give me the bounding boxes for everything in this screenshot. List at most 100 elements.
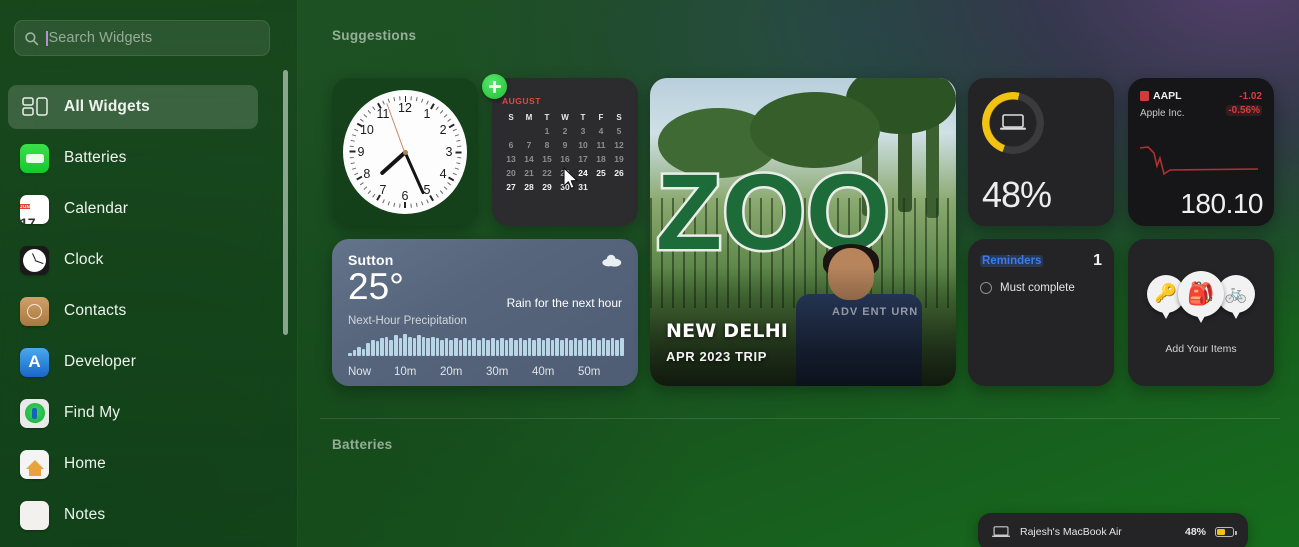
precipitation-bar	[407, 336, 412, 356]
sidebar-item-label: Find My	[64, 404, 121, 421]
precipitation-bar	[509, 338, 513, 356]
sidebar-item-label: Calendar	[64, 200, 129, 217]
clock-numeral: 5	[423, 183, 431, 198]
calendar-day[interactable]: 4	[592, 125, 610, 138]
calendar-day[interactable]: 1	[538, 125, 556, 138]
precipitation-bar	[619, 338, 624, 356]
precipitation-bar	[412, 338, 417, 356]
precipitation-bar	[504, 339, 509, 356]
widget-weather[interactable]: Sutton 25° Rain for the next hour Next-H…	[332, 239, 638, 386]
sidebar-item-batteries[interactable]: Batteries	[8, 136, 258, 180]
search-input[interactable]: Search Widgets	[14, 20, 270, 56]
search-icon	[25, 31, 39, 45]
sidebar-item-find-my[interactable]: Find My	[8, 391, 258, 435]
precipitation-bar	[477, 339, 481, 356]
widget-photos[interactable]: ZOO ADV ENT URN NEW DELHI APR 2023 TRIP	[650, 78, 956, 386]
calendar-day[interactable]: 17	[574, 153, 592, 166]
calendar-icon-day: 17	[20, 214, 36, 224]
calendar-day[interactable]: 3	[574, 125, 592, 138]
calendar-day[interactable]: 13	[502, 153, 520, 166]
calendar-day[interactable]: 23	[556, 167, 574, 180]
calendar-day[interactable]: 30	[556, 181, 574, 194]
calendar-day[interactable]: 27	[502, 181, 520, 194]
sidebar-scrollbar[interactable]	[283, 70, 288, 335]
precipitation-bar	[384, 336, 389, 356]
widget-gallery-window: Search Widgets All Widgets Batteries JUN…	[0, 0, 1299, 547]
calendar-day[interactable]: 31	[574, 181, 592, 194]
battery-percent: 48%	[982, 174, 1052, 215]
calendar-day[interactable]: 9	[556, 139, 574, 152]
calendar-day[interactable]: 29	[538, 181, 556, 194]
calendar-day[interactable]: 7	[520, 139, 538, 152]
calendar-day[interactable]: 19	[610, 153, 628, 166]
widget-find-my-items[interactable]: 🔑 🎒 🚲 Add Your Items	[1128, 239, 1274, 386]
sidebar-item-label: Clock	[64, 251, 104, 268]
calendar-day[interactable]: 5	[610, 125, 628, 138]
widget-calendar[interactable]: AUGUST SMTWTFS 1 2 3 4 5 6 7 8 9 10 11 12 13 14 15 16 17…	[492, 78, 638, 226]
widget-clock[interactable]: 12 1 2 3 4 5 6 7 8 9 10 11	[332, 78, 478, 226]
precipitation-bar	[380, 338, 384, 356]
sidebar-item-notes[interactable]: Notes	[8, 493, 258, 537]
calendar-day[interactable]: 18	[592, 153, 610, 166]
calendar-day[interactable]: 21	[520, 167, 538, 180]
item-pins: 🔑 🎒 🚲	[1147, 270, 1255, 323]
clock-numeral: 3	[445, 145, 453, 159]
precipitation-bar	[546, 338, 550, 356]
text-cursor	[46, 30, 48, 46]
calendar-day[interactable]: 12	[610, 139, 628, 152]
reminder-list-item[interactable]: Must complete	[980, 282, 1102, 294]
precipitation-bar	[389, 339, 394, 356]
pin-bag-icon: 🎒	[1178, 270, 1224, 323]
precipitation-bar	[596, 339, 601, 356]
precipitation-bar	[352, 350, 357, 356]
reminder-checkbox-icon[interactable]	[980, 282, 992, 294]
sidebar-item-label: Contacts	[64, 302, 127, 319]
sidebar-item-calendar[interactable]: JUN 17 Calendar	[8, 187, 258, 231]
calendar-day[interactable]: 8	[538, 139, 556, 152]
calendar-day[interactable]: 20	[502, 167, 520, 180]
calendar-day[interactable]: 11	[592, 139, 610, 152]
sidebar-item-home[interactable]: Home	[8, 442, 258, 486]
calendar-day[interactable]: 26	[610, 167, 628, 180]
sidebar-item-label: Home	[64, 455, 106, 472]
calendar-day[interactable]: 15	[538, 153, 556, 166]
calendar-day-today[interactable]: 24	[574, 166, 592, 181]
calendar-day[interactable]: 2	[556, 125, 574, 138]
calendar-icon-month: JUN	[20, 203, 31, 209]
sidebar-item-developer[interactable]: A Developer	[8, 340, 258, 384]
precipitation-bar	[523, 339, 527, 356]
widget-reminders[interactable]: Reminders 1 Must complete	[968, 239, 1114, 386]
add-widget-button[interactable]	[482, 74, 507, 99]
sidebar-item-label: Developer	[64, 353, 137, 370]
sidebar-item-clock[interactable]: Clock	[8, 238, 258, 282]
clock-face: 12 1 2 3 4 5 6 7 8 9 10 11	[343, 90, 467, 214]
precipitation-bar	[615, 339, 619, 356]
precipitation-bar	[500, 338, 504, 356]
sidebar-nav: All Widgets Batteries JUN 17 Calendar Cl…	[8, 85, 290, 544]
find-my-items-label: Add Your Items	[1165, 342, 1237, 355]
widget-battery[interactable]: 48%	[968, 78, 1114, 226]
precipitation-bar	[606, 339, 610, 356]
calendar-day[interactable]: 14	[520, 153, 538, 166]
calendar-day[interactable]: 16	[556, 153, 574, 166]
stock-price: 180.10	[1180, 188, 1263, 219]
battery-level-icon	[1215, 527, 1237, 537]
pin-keys-glyph: 🔑	[1154, 283, 1178, 303]
calendar-weekday: T	[544, 113, 550, 122]
calendar-day[interactable]: 25	[592, 167, 610, 180]
widget-stocks[interactable]: AAPL -1.02 Apple Inc. -0.56% 180.10	[1128, 78, 1274, 226]
precipitation-bar	[444, 338, 449, 356]
sidebar-item-contacts[interactable]: Contacts	[8, 289, 258, 333]
calendar-day[interactable]: 22	[538, 167, 556, 180]
calendar-grid: SMTWTFS 1 2 3 4 5 6 7 8 9 10 11 12 13 14 15 16 17 18 19 20 2…	[502, 111, 628, 194]
calendar-day[interactable]: 28	[520, 181, 538, 194]
clock-numeral: 6	[401, 189, 409, 203]
weather-condition: Rain for the next hour	[506, 296, 622, 310]
precipitation-bar	[403, 333, 407, 356]
calendar-day[interactable]: 10	[574, 139, 592, 152]
clock-numeral: 8	[363, 167, 371, 181]
calendar-day[interactable]: 6	[502, 139, 520, 152]
sidebar-item-all-widgets[interactable]: All Widgets	[8, 85, 258, 129]
clock-numeral: 10	[359, 123, 374, 137]
widget-battery-device-row[interactable]: Rajesh's MacBook Air 48%	[978, 513, 1248, 547]
